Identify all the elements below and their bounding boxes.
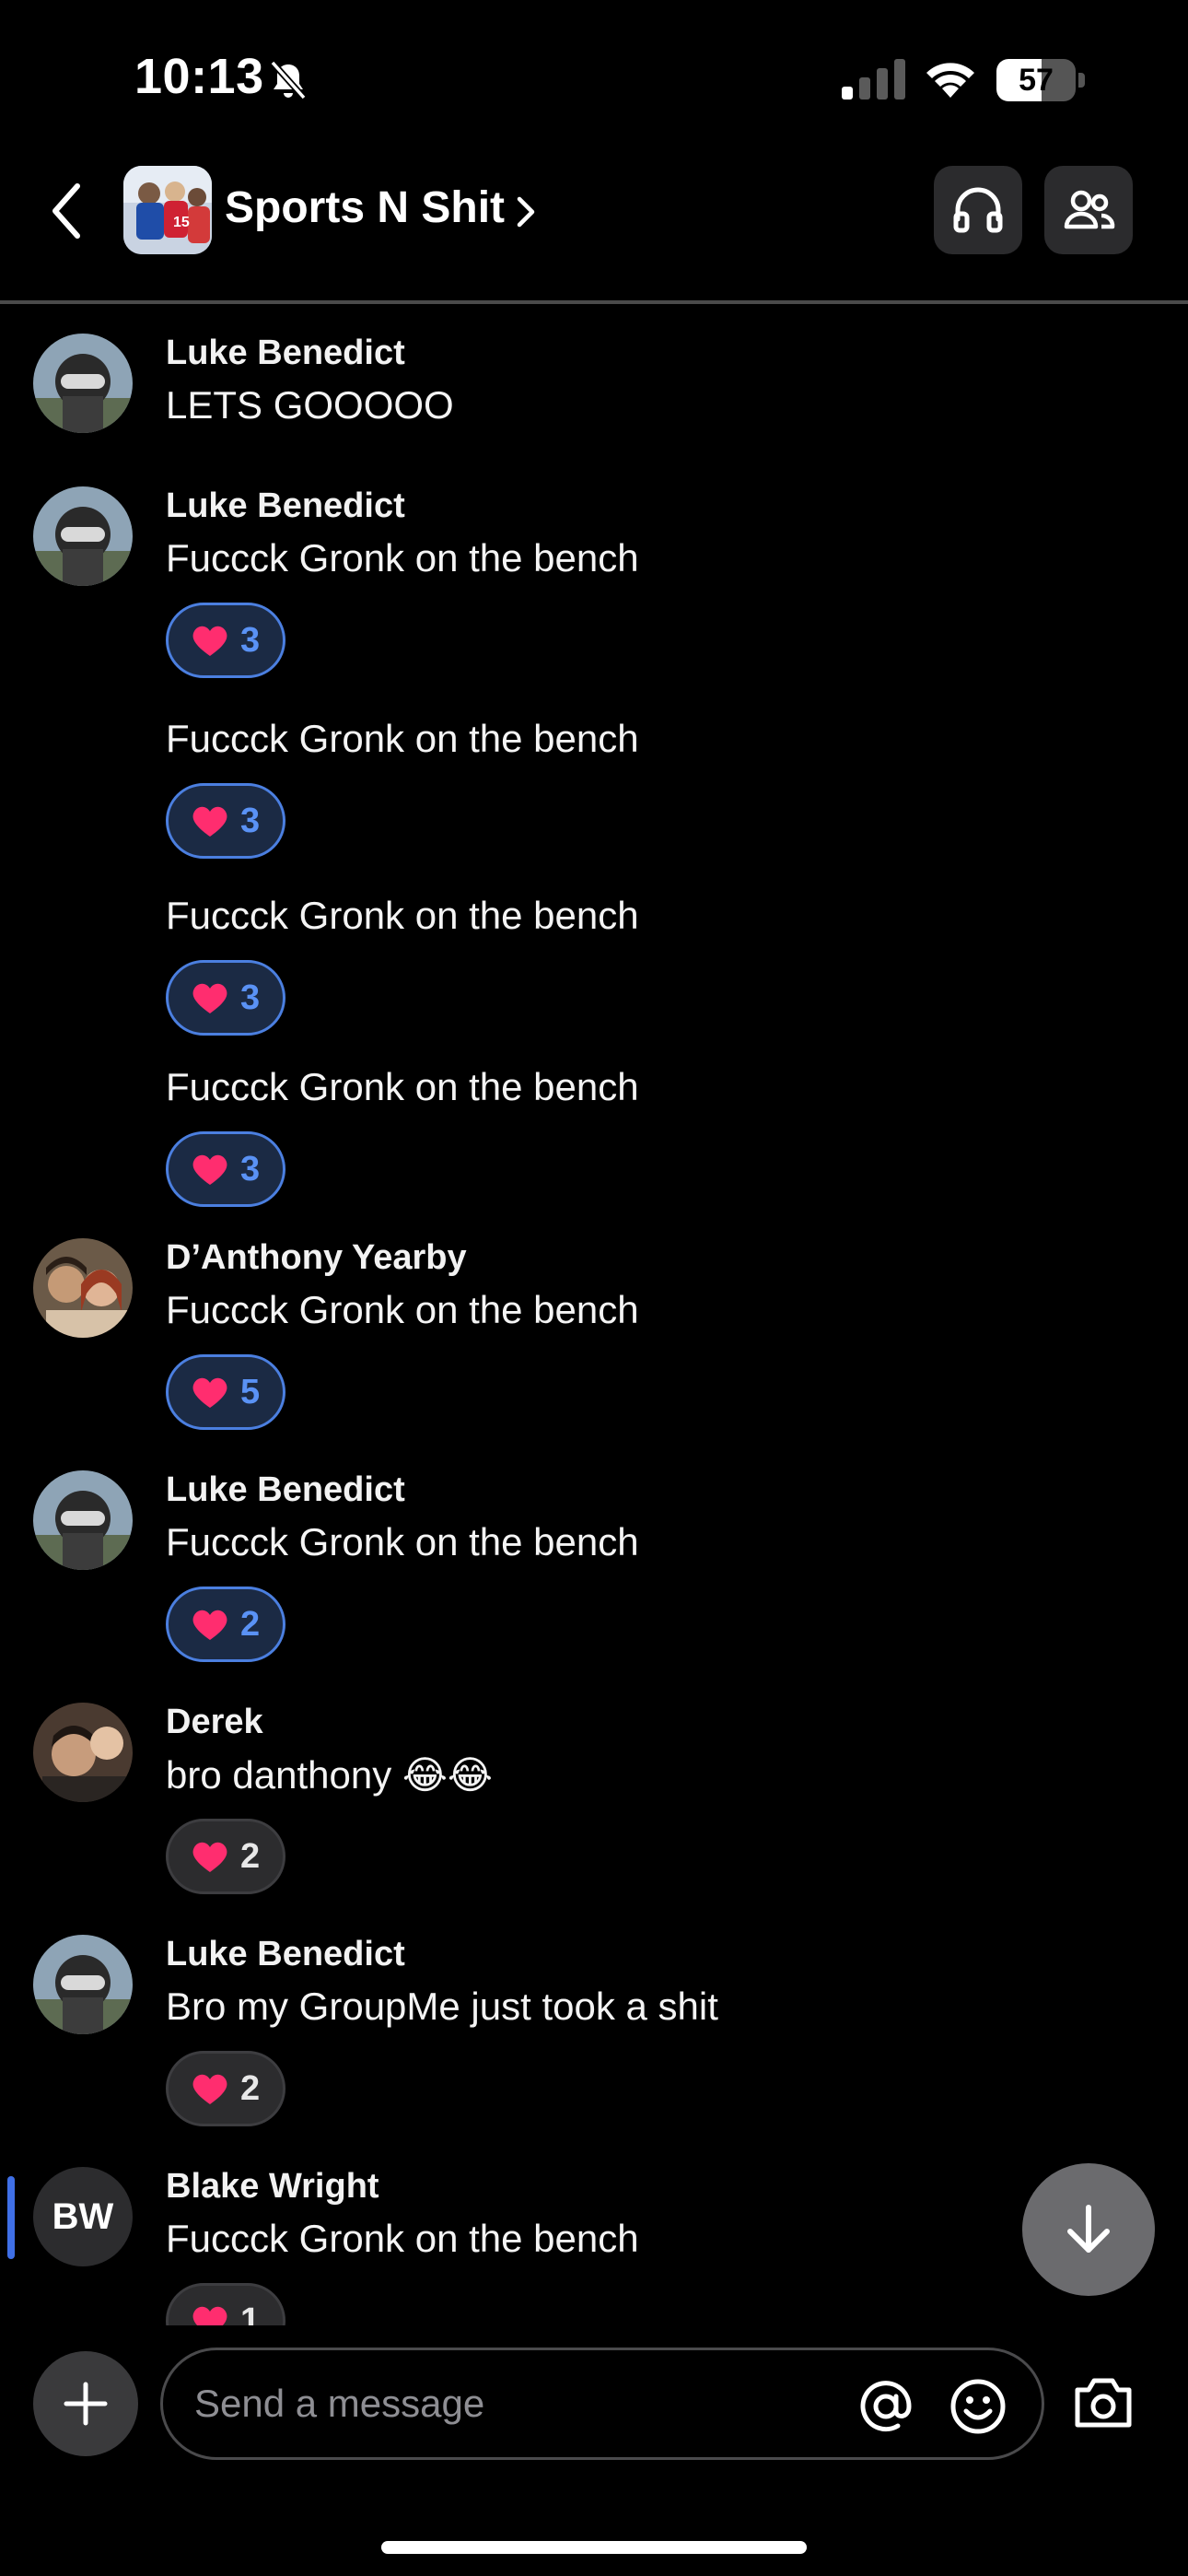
reaction-count: 2 (240, 1836, 261, 1876)
message-input[interactable] (194, 2371, 821, 2437)
message-text[interactable]: bro danthony 😂😂 (166, 1752, 493, 1797)
emoji-icon[interactable] (948, 2376, 1008, 2437)
wifi-icon (926, 63, 974, 98)
signal-icon (842, 59, 905, 100)
sender-name[interactable]: Luke Benedict (166, 1935, 405, 1974)
sender-name[interactable]: Derek (166, 1703, 263, 1742)
unread-marker (7, 2176, 15, 2259)
status-time: 10:13 (134, 49, 264, 104)
message-text[interactable]: Fuccck Gronk on the bench (166, 1520, 639, 1564)
reaction-pill[interactable]: 3 (166, 783, 285, 859)
headphones-button[interactable] (934, 166, 1022, 254)
sender-name[interactable]: Luke Benedict (166, 1470, 405, 1510)
arrow-down-icon (1067, 2205, 1110, 2253)
plus-icon (64, 2382, 108, 2426)
at-icon[interactable] (856, 2376, 916, 2437)
heart-icon (192, 806, 227, 837)
avatar[interactable] (33, 334, 133, 433)
sender-name[interactable]: Luke Benedict (166, 486, 405, 526)
heart-icon (192, 2306, 227, 2325)
reaction-count: 2 (240, 1604, 261, 1644)
chevron-left-icon[interactable] (46, 179, 87, 243)
reaction-count: 5 (240, 1372, 261, 1411)
message-composer (0, 2331, 1188, 2478)
reaction-pill[interactable]: 2 (166, 1587, 285, 1662)
avatar[interactable] (33, 1703, 133, 1802)
headphones-icon (953, 187, 1003, 233)
avatar[interactable]: BW (33, 2167, 133, 2266)
reaction-pill[interactable]: 3 (166, 960, 285, 1036)
svg-text:15: 15 (173, 215, 190, 230)
avatar[interactable] (33, 1470, 133, 1570)
message-text[interactable]: Bro my GroupMe just took a shit (166, 1985, 718, 2029)
message-text[interactable]: LETS GOOOOO (166, 383, 454, 427)
message-list[interactable]: Luke Benedict LETS GOOOOO Luke Benedict … (0, 308, 1188, 2325)
avatar[interactable] (33, 1935, 133, 2034)
bell-off-icon (270, 60, 307, 100)
avatar[interactable] (33, 486, 133, 586)
avatar[interactable] (33, 1238, 133, 1338)
reaction-pill[interactable]: 3 (166, 1131, 285, 1207)
group-title[interactable]: Sports N Shit (225, 182, 505, 233)
message-text[interactable]: Fuccck Gronk on the bench (166, 1288, 639, 1332)
message-text[interactable]: Fuccck Gronk on the bench (166, 536, 639, 580)
reaction-pill[interactable]: 2 (166, 1819, 285, 1894)
members-button[interactable] (1044, 166, 1133, 254)
status-bar: 10:13 57 (0, 0, 1188, 157)
reaction-pill[interactable]: 3 (166, 603, 285, 678)
reaction-count: 1 (240, 2301, 261, 2326)
reaction-pill[interactable]: 5 (166, 1354, 285, 1430)
heart-icon (192, 1610, 227, 1640)
group-avatar[interactable]: 15 (123, 166, 212, 254)
heart-icon (192, 2074, 227, 2104)
heart-icon (192, 983, 227, 1013)
message-text[interactable]: Fuccck Gronk on the bench (166, 717, 639, 761)
sender-name[interactable]: D’Anthony Yearby (166, 1238, 467, 1278)
reaction-pill[interactable]: 2 (166, 2051, 285, 2126)
sender-name[interactable]: Blake Wright (166, 2167, 379, 2207)
message-input-container (160, 2348, 1044, 2460)
reaction-count: 2 (240, 2068, 261, 2108)
reaction-count: 3 (240, 801, 261, 840)
chat-header: 15 Sports N Shit (0, 157, 1188, 304)
camera-icon[interactable] (1072, 2373, 1135, 2430)
reaction-count: 3 (240, 978, 261, 1017)
sender-name[interactable]: Luke Benedict (166, 334, 405, 373)
reaction-count: 3 (240, 620, 261, 660)
chevron-right-icon[interactable] (512, 193, 540, 230)
message-text[interactable]: Fuccck Gronk on the bench (166, 2217, 639, 2261)
battery-icon: 57 (996, 59, 1085, 101)
reaction-count: 3 (240, 1149, 261, 1188)
heart-icon (192, 1842, 227, 1872)
home-indicator[interactable] (381, 2541, 807, 2554)
scroll-to-bottom-button[interactable] (1022, 2163, 1155, 2296)
heart-icon (192, 626, 227, 656)
heart-icon (192, 1154, 227, 1185)
members-icon (1064, 190, 1115, 229)
message-text[interactable]: Fuccck Gronk on the bench (166, 1065, 639, 1109)
message-text[interactable]: Fuccck Gronk on the bench (166, 894, 639, 938)
heart-icon (192, 1377, 227, 1408)
battery-level: 57 (1019, 63, 1054, 98)
add-attachment-button[interactable] (33, 2351, 138, 2456)
reaction-pill[interactable]: 1 (166, 2283, 285, 2325)
